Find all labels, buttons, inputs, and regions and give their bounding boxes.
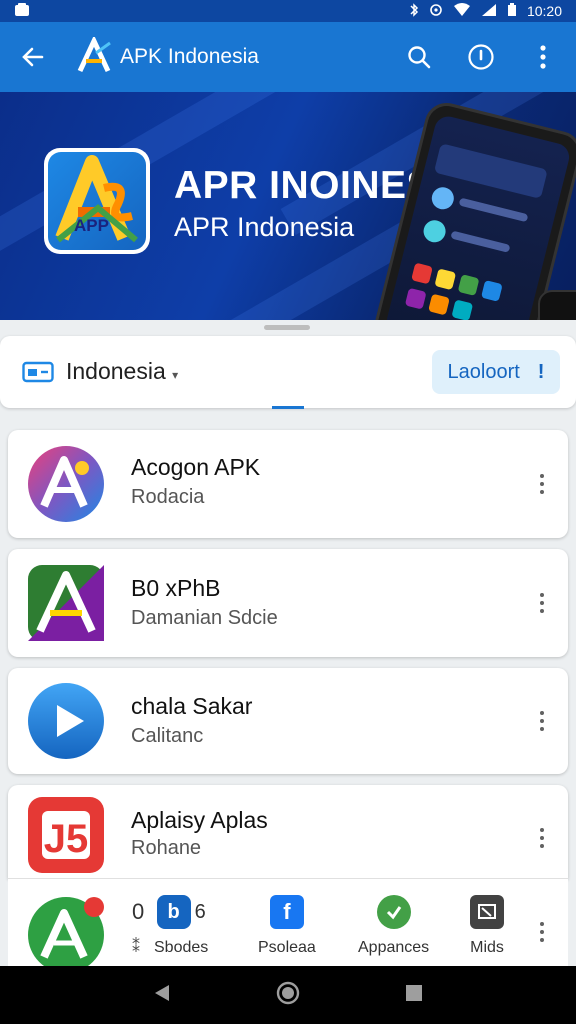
battery-icon xyxy=(507,2,517,20)
region-filter-bar: Indonesia ▾ Laoloort ! xyxy=(0,336,576,408)
bluetooth-icon xyxy=(409,2,419,20)
share-row: 0 ⁑ b 6 Sbodes f Psoleaa Appances Mids xyxy=(8,878,568,973)
app-name: Aplaisy Aplas xyxy=(131,807,268,833)
download-button-label: Laoloort xyxy=(447,360,520,383)
download-button-mark: ! xyxy=(537,360,545,383)
app-developer: Rodacia xyxy=(131,486,205,508)
status-time: 10:20 xyxy=(526,3,562,19)
app-developer: Rohane xyxy=(131,837,202,859)
nav-back-button[interactable] xyxy=(151,982,173,1009)
count-b: 6 xyxy=(194,900,206,923)
app-name: Acogon APK xyxy=(131,454,261,480)
more-options-icon[interactable] xyxy=(530,469,554,499)
app-icon-partial xyxy=(26,895,106,975)
region-icon xyxy=(22,360,54,384)
more-options-icon[interactable] xyxy=(530,917,554,947)
share-item-label: Appances xyxy=(358,939,430,956)
tab-indicator xyxy=(272,406,304,409)
banner-app-icon: APP xyxy=(44,148,150,254)
sync-icon xyxy=(429,3,443,20)
app-developer: Calitanc xyxy=(131,725,204,747)
app-icon-acogon xyxy=(26,444,106,524)
share-item-mids[interactable]: Mids xyxy=(470,895,504,957)
promo-banner[interactable]: APP APR INOINESIA APR Indonesia xyxy=(0,92,576,320)
drag-handle[interactable] xyxy=(264,325,310,330)
app-name: B0 xPhB xyxy=(131,575,221,601)
app-name: chala Sakar xyxy=(131,693,253,719)
notification-icon xyxy=(14,2,30,20)
share-item-label: Mids xyxy=(470,939,504,956)
arrow-left-icon xyxy=(22,47,44,67)
share-item-psoleaa[interactable]: f Psoleaa xyxy=(258,895,316,957)
banner-subtitle: APR Indonesia xyxy=(174,212,355,242)
more-options-icon[interactable] xyxy=(530,706,554,736)
banner-app-icon-label: APP xyxy=(74,216,109,235)
facebook-icon: f xyxy=(269,895,304,929)
share-item-label: Sbodes xyxy=(154,939,209,956)
system-nav-bar xyxy=(0,966,576,1024)
app-list-item[interactable]: Acogon APK Rodacia xyxy=(8,430,568,538)
search-icon xyxy=(408,46,431,69)
nav-home-button[interactable] xyxy=(275,980,301,1011)
more-vert-icon xyxy=(540,45,546,69)
b-icon: b xyxy=(156,895,191,929)
hash-mark: ⁑ xyxy=(132,939,140,956)
more-options-icon[interactable] xyxy=(530,823,554,853)
overflow-menu-button[interactable] xyxy=(520,34,566,80)
svg-text:J5: J5 xyxy=(44,817,89,861)
share-item-label: Psoleaa xyxy=(258,939,316,956)
wifi-icon xyxy=(453,2,471,20)
dropdown-caret-icon: ▾ xyxy=(172,368,179,382)
app-developer: Damanian Sdcie xyxy=(131,607,278,629)
nav-recents-button[interactable] xyxy=(403,982,425,1009)
region-label: Indonesia xyxy=(66,358,166,384)
phone-illustration-secondary xyxy=(538,290,576,320)
more-options-icon[interactable] xyxy=(530,588,554,618)
app-logo-icon xyxy=(74,37,114,77)
app-list-item[interactable]: J5 Aplaisy Aplas Rohane xyxy=(8,785,568,879)
status-bar: 10:20 xyxy=(0,0,576,22)
play-icon xyxy=(26,681,106,761)
share-item-sbodes[interactable]: b 6 Sbodes xyxy=(154,895,208,957)
app-icon-b0xphb xyxy=(26,563,106,643)
image-icon xyxy=(470,895,504,929)
app-bar: APK Indonesia xyxy=(0,22,576,92)
search-button[interactable] xyxy=(396,34,442,80)
green-chat-icon xyxy=(376,895,411,929)
signal-icon xyxy=(481,3,497,20)
square-recents-icon xyxy=(406,984,422,1001)
app-title: APK Indonesia xyxy=(120,45,259,68)
download-button[interactable]: Laoloort ! xyxy=(432,350,560,394)
triangle-back-icon xyxy=(155,984,169,1001)
region-selector[interactable]: Indonesia ▾ xyxy=(66,358,178,385)
back-button[interactable] xyxy=(10,34,56,80)
info-icon xyxy=(468,44,494,70)
app-icon-aplaisy: J5 xyxy=(26,795,106,875)
phone-illustration xyxy=(370,98,576,320)
app-list-item[interactable]: chala Sakar Calitanc xyxy=(8,668,568,774)
count-a: 0 xyxy=(132,899,145,924)
info-button[interactable] xyxy=(458,34,504,80)
share-item-appances[interactable]: Appances xyxy=(358,895,429,957)
app-list-item[interactable]: B0 xPhB Damanian Sdcie xyxy=(8,549,568,657)
circle-home-icon xyxy=(276,981,300,1004)
